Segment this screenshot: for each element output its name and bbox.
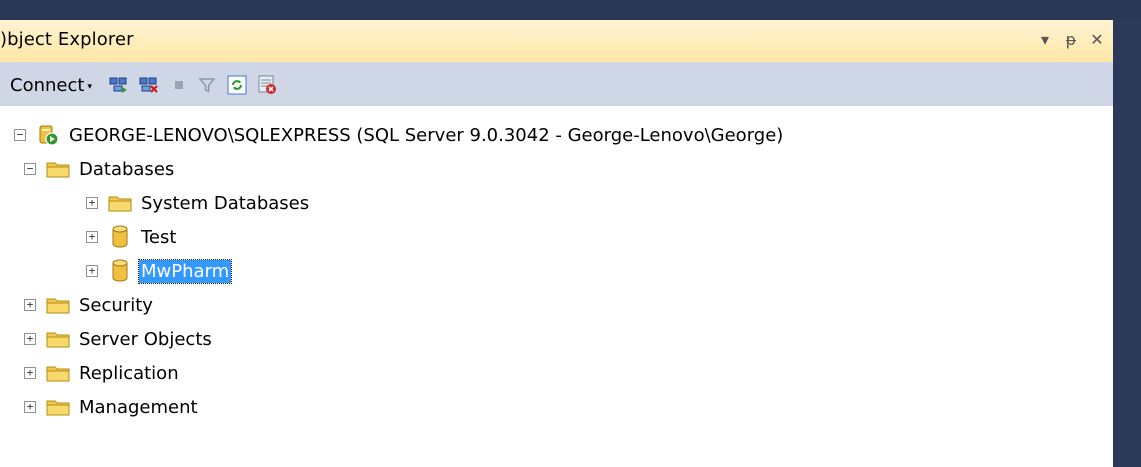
object-explorer-toolbar: Connect ▾ bbox=[0, 62, 1113, 106]
filter-icon bbox=[196, 74, 218, 96]
folder-icon bbox=[46, 159, 70, 179]
disconnect-icon[interactable] bbox=[138, 74, 160, 96]
expand-toggle[interactable]: + bbox=[24, 333, 36, 345]
chevron-down-icon: ▾ bbox=[87, 81, 92, 92]
database-test-label: Test bbox=[141, 226, 177, 248]
server-label: GEORGE-LENOVO\SQLEXPRESS (SQL Server 9.0… bbox=[69, 124, 784, 146]
folder-icon bbox=[46, 363, 70, 383]
expand-toggle[interactable]: + bbox=[24, 299, 36, 311]
connect-label: Connect bbox=[10, 74, 85, 96]
tree-node-replication[interactable]: + Replication bbox=[24, 356, 181, 390]
tree-node-databases[interactable]: − Databases bbox=[24, 152, 176, 186]
expand-toggle[interactable]: + bbox=[24, 401, 36, 413]
collapse-toggle[interactable]: − bbox=[24, 163, 36, 175]
close-icon[interactable]: ✕ bbox=[1089, 29, 1105, 49]
expand-toggle[interactable]: + bbox=[86, 231, 98, 243]
expand-toggle[interactable]: + bbox=[86, 265, 98, 277]
window-top-strip bbox=[0, 0, 1141, 20]
expand-toggle[interactable]: + bbox=[86, 197, 98, 209]
databases-label: Databases bbox=[79, 158, 175, 180]
security-label: Security bbox=[79, 294, 153, 316]
database-icon bbox=[108, 259, 132, 282]
object-explorer-tree: − GEORGE-LENOVO\SQLEXPRESS (SQL Server 9… bbox=[0, 106, 1113, 467]
server-running-icon bbox=[36, 125, 60, 146]
collapse-toggle[interactable]: − bbox=[14, 129, 26, 141]
refresh-icon[interactable] bbox=[226, 74, 248, 96]
tree-node-server[interactable]: − GEORGE-LENOVO\SQLEXPRESS (SQL Server 9… bbox=[14, 118, 785, 152]
system-databases-label: System Databases bbox=[141, 192, 310, 214]
tree-node-security[interactable]: + Security bbox=[24, 288, 155, 322]
expand-toggle[interactable]: + bbox=[24, 367, 36, 379]
connect-dropdown-button[interactable]: Connect ▾ bbox=[10, 74, 92, 96]
folder-icon bbox=[46, 295, 70, 315]
window-position-dropdown-icon[interactable]: ▾ bbox=[1037, 29, 1053, 49]
folder-icon bbox=[108, 193, 132, 213]
tree-node-server-objects[interactable]: + Server Objects bbox=[24, 322, 214, 356]
titlebar-controls: ▾ ᵽ ✕ bbox=[1037, 26, 1105, 52]
tree-node-management[interactable]: + Management bbox=[24, 390, 200, 424]
auto-hide-pin-icon[interactable]: ᵽ bbox=[1063, 29, 1079, 49]
connect-object-explorer-icon[interactable] bbox=[108, 74, 130, 96]
object-explorer-titlebar: )bject Explorer ▾ ᵽ ✕ bbox=[0, 20, 1113, 62]
replication-label: Replication bbox=[79, 362, 179, 384]
tree-node-database-test[interactable]: + Test bbox=[86, 220, 178, 254]
tree-node-system-databases[interactable]: + System Databases bbox=[86, 186, 311, 220]
object-explorer-panel: )bject Explorer ▾ ᵽ ✕ Connect ▾ − GEORGE… bbox=[0, 20, 1113, 467]
panel-title: )bject Explorer bbox=[0, 29, 134, 50]
management-label: Management bbox=[79, 396, 198, 418]
database-mwpharm-label: MwPharm bbox=[137, 258, 233, 284]
folder-icon bbox=[46, 397, 70, 417]
activity-monitor-icon[interactable] bbox=[256, 74, 278, 96]
server-objects-label: Server Objects bbox=[79, 328, 212, 350]
stop-icon bbox=[168, 74, 190, 96]
folder-icon bbox=[46, 329, 70, 349]
tree-node-database-mwpharm[interactable]: + MwPharm bbox=[86, 254, 233, 288]
database-icon bbox=[108, 225, 132, 248]
